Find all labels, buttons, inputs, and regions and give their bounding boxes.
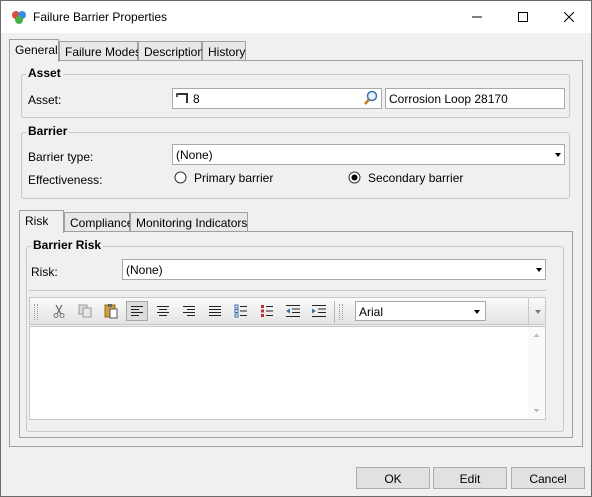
indent-icon bbox=[312, 305, 326, 317]
tab-description[interactable]: Description bbox=[138, 41, 204, 61]
effectiveness-label: Effectiveness: bbox=[28, 173, 103, 187]
outdent-button[interactable] bbox=[282, 301, 304, 321]
asset-group-title: Asset bbox=[26, 66, 63, 80]
rich-text-toolbar: Arial bbox=[29, 297, 546, 325]
bullet-list-icon bbox=[234, 304, 247, 318]
main-tab-strip: General Failure Modes Description Histor… bbox=[9, 39, 309, 62]
risk-label: Risk: bbox=[31, 265, 58, 279]
tab-monitoring-indicators[interactable]: Monitoring Indicators bbox=[130, 212, 248, 232]
tab-general[interactable]: General bbox=[9, 39, 59, 62]
paste-button[interactable] bbox=[100, 301, 122, 321]
tab-failure-modes[interactable]: Failure Modes bbox=[59, 41, 141, 61]
align-right-button[interactable] bbox=[178, 301, 200, 321]
window-title: Failure Barrier Properties bbox=[33, 10, 168, 24]
barrier-group: Barrier Barrier type: (None) Effectivene… bbox=[21, 124, 570, 199]
asset-group: Asset Asset: 8 Corrosion Loop 28170 bbox=[21, 66, 570, 118]
scroll-up-icon[interactable] bbox=[528, 329, 545, 341]
align-left-button[interactable] bbox=[126, 301, 148, 321]
toolbar-separator bbox=[334, 301, 335, 323]
dialog-window: Failure Barrier Properties General Failu… bbox=[0, 0, 592, 497]
asset-id-value: 8 bbox=[193, 92, 200, 106]
editor-scrollbar[interactable] bbox=[528, 327, 545, 419]
risk-value: (None) bbox=[126, 263, 163, 277]
outdent-icon bbox=[286, 305, 300, 317]
primary-barrier-label: Primary barrier bbox=[194, 171, 274, 185]
barrier-type-dropdown[interactable]: (None) bbox=[172, 144, 565, 165]
close-button[interactable] bbox=[546, 1, 592, 33]
barrier-risk-group: Barrier Risk Risk: (None) Arial bbox=[26, 238, 564, 432]
dialog-footer: OK Edit Cancel bbox=[1, 459, 591, 496]
general-tab-panel: Asset Asset: 8 Corrosion Loop 28170 Barr… bbox=[9, 60, 583, 447]
radio-checked-icon bbox=[348, 171, 361, 184]
copy-icon bbox=[78, 304, 92, 318]
indent-button[interactable] bbox=[308, 301, 330, 321]
title-bar: Failure Barrier Properties bbox=[1, 1, 591, 33]
tab-history[interactable]: History bbox=[202, 41, 246, 61]
bullet-list-button[interactable] bbox=[230, 301, 252, 321]
primary-barrier-radio[interactable]: Primary barrier bbox=[174, 170, 294, 186]
font-family-dropdown[interactable]: Arial bbox=[355, 301, 486, 321]
risk-dropdown[interactable]: (None) bbox=[122, 259, 546, 280]
secondary-barrier-radio[interactable]: Secondary barrier bbox=[348, 170, 488, 186]
font-family-value: Arial bbox=[359, 305, 384, 319]
minimize-button[interactable] bbox=[454, 1, 500, 33]
paste-icon bbox=[104, 304, 118, 319]
app-icon bbox=[12, 11, 26, 24]
secondary-barrier-label: Secondary barrier bbox=[368, 171, 464, 185]
maximize-icon bbox=[518, 12, 528, 22]
justify-button[interactable] bbox=[204, 301, 226, 321]
close-icon bbox=[564, 12, 574, 22]
asset-description-field[interactable]: Corrosion Loop 28170 bbox=[385, 88, 565, 109]
chevron-down-icon bbox=[536, 268, 542, 272]
align-center-icon bbox=[157, 306, 169, 316]
divider bbox=[29, 290, 546, 291]
radio-unchecked-icon bbox=[174, 171, 187, 184]
scroll-down-icon[interactable] bbox=[528, 405, 545, 417]
barrier-type-label: Barrier type: bbox=[28, 150, 94, 164]
numbered-list-button[interactable] bbox=[256, 301, 278, 321]
cut-icon bbox=[53, 304, 65, 318]
toolbar-overflow-button[interactable] bbox=[528, 298, 546, 324]
barrier-risk-group-title: Barrier Risk bbox=[31, 238, 104, 252]
chevron-down-icon bbox=[535, 310, 541, 314]
edit-button[interactable]: Edit bbox=[433, 467, 507, 489]
barrier-type-value: (None) bbox=[176, 148, 213, 162]
align-left-icon bbox=[131, 306, 143, 316]
numbered-list-icon bbox=[261, 305, 273, 317]
risk-tab-panel: Barrier Risk Risk: (None) Arial bbox=[19, 231, 573, 438]
minimize-icon bbox=[472, 16, 482, 18]
asset-label: Asset: bbox=[28, 93, 62, 107]
chevron-down-icon bbox=[555, 153, 561, 157]
risk-text-editor[interactable] bbox=[29, 326, 546, 420]
tab-risk[interactable]: Risk bbox=[19, 210, 64, 233]
cut-button[interactable] bbox=[48, 301, 70, 321]
asset-id-field[interactable]: 8 bbox=[172, 88, 382, 109]
toolbar-grip[interactable] bbox=[34, 304, 38, 320]
justify-icon bbox=[209, 306, 221, 316]
cancel-button[interactable]: Cancel bbox=[511, 467, 585, 489]
ok-button[interactable]: OK bbox=[356, 467, 430, 489]
toolbar-grip[interactable] bbox=[339, 304, 343, 320]
barrier-group-title: Barrier bbox=[26, 124, 70, 138]
sub-tab-strip: Risk Compliance Monitoring Indicators bbox=[19, 210, 259, 233]
search-icon[interactable] bbox=[363, 90, 379, 106]
copy-button[interactable] bbox=[74, 301, 96, 321]
align-right-icon bbox=[183, 306, 195, 316]
asset-type-icon bbox=[176, 93, 188, 103]
align-center-button[interactable] bbox=[152, 301, 174, 321]
chevron-down-icon bbox=[474, 310, 480, 314]
tab-compliance[interactable]: Compliance bbox=[64, 212, 133, 232]
maximize-button[interactable] bbox=[500, 1, 546, 33]
